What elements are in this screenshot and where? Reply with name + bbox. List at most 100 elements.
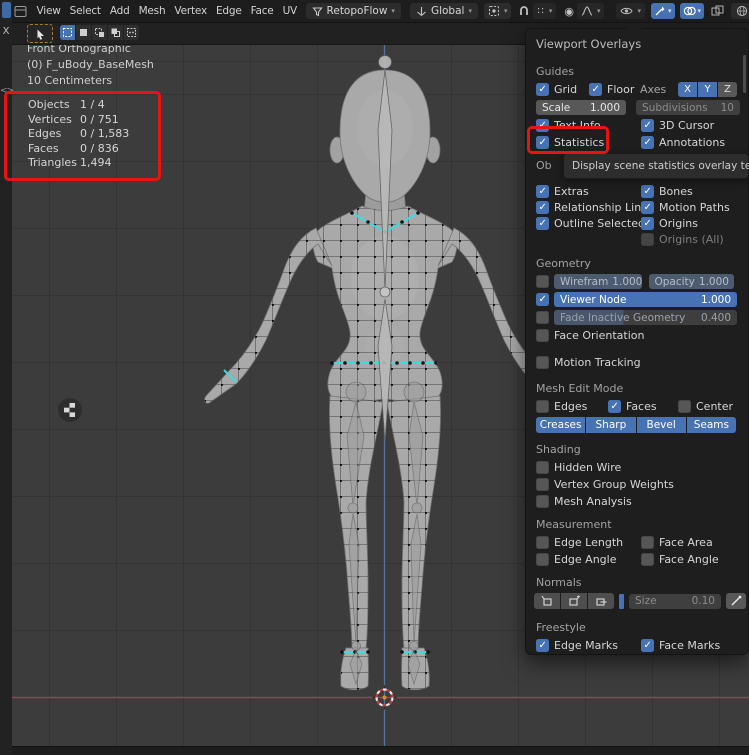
menu-edge[interactable]: Edge xyxy=(211,5,246,17)
text-info-toggle[interactable]: Text Info xyxy=(536,118,601,133)
wireframe-checkbox[interactable] xyxy=(536,275,549,288)
select-mode-subtract-button[interactable] xyxy=(92,25,107,40)
editor-type-icon[interactable] xyxy=(2,2,11,18)
origins-all-toggle[interactable]: Origins (All) xyxy=(641,232,724,247)
viewer-node-slider[interactable]: Viewer Node1.000 xyxy=(554,292,737,307)
grid-toggle[interactable]: Grid xyxy=(536,82,577,97)
editor-type-dropdown-icon[interactable] xyxy=(14,5,27,18)
face-marks-toggle[interactable]: Face Marks xyxy=(641,638,720,653)
center-checkbox[interactable] xyxy=(678,400,691,413)
edge-angle-toggle[interactable]: Edge Angle xyxy=(536,552,616,567)
edge-length-toggle[interactable]: Edge Length xyxy=(536,535,623,550)
edge-length-checkbox[interactable] xyxy=(536,536,549,549)
face-area-toggle[interactable]: Face Area xyxy=(641,535,713,550)
select-mode-extend-button[interactable] xyxy=(76,25,91,40)
outline-selected-toggle[interactable]: Outline Selected xyxy=(536,216,645,231)
creases-button[interactable]: Creases xyxy=(536,417,585,433)
wireframe-slider[interactable]: Wirefram1.000 xyxy=(554,274,642,289)
hidden-wire-checkbox[interactable] xyxy=(536,461,549,474)
wireframe-shading-button[interactable] xyxy=(734,4,749,18)
annotations-checkbox[interactable] xyxy=(641,136,654,149)
face-angle-toggle[interactable]: Face Angle xyxy=(641,552,719,567)
face-normals-icon[interactable] xyxy=(588,593,614,609)
axis-z-button[interactable]: Z xyxy=(718,82,737,97)
motion-tracking-toggle[interactable]: Motion Tracking xyxy=(536,355,641,370)
mesh-analysis-toggle[interactable]: Mesh Analysis xyxy=(536,494,632,509)
motion-paths-checkbox[interactable] xyxy=(641,201,654,214)
sharp-button[interactable]: Sharp xyxy=(586,417,635,433)
outline-selected-checkbox[interactable] xyxy=(536,217,549,230)
edge-angle-checkbox[interactable] xyxy=(536,553,549,566)
show-gizmos-button[interactable]: ▾ xyxy=(651,3,675,19)
pivot-point-dropdown[interactable]: ▾ xyxy=(484,3,512,19)
extras-toggle[interactable]: Extras xyxy=(536,184,589,199)
select-mode-invert-button[interactable] xyxy=(108,25,123,40)
panel-expand-handle[interactable]: <> xyxy=(0,86,12,96)
origins-checkbox[interactable] xyxy=(641,217,654,230)
seams-button[interactable]: Seams xyxy=(687,417,736,433)
fade-inactive-slider[interactable]: Fade Inactive Geometry0.400 xyxy=(554,310,737,325)
viewer-node-checkbox[interactable] xyxy=(536,293,549,306)
statistics-toggle[interactable]: Statistics xyxy=(536,135,604,150)
vertex-group-weights-toggle[interactable]: Vertex Group Weights xyxy=(536,477,674,492)
faces-toggle[interactable]: Faces xyxy=(608,399,657,414)
constant-screen-size-icon[interactable] xyxy=(726,593,746,609)
panel-scrollbar[interactable] xyxy=(743,55,746,93)
origins-all-checkbox[interactable] xyxy=(641,233,654,246)
edges-checkbox[interactable] xyxy=(536,400,549,413)
vertex-group-weights-checkbox[interactable] xyxy=(536,478,549,491)
3d-cursor-toggle[interactable]: 3D Cursor xyxy=(641,118,714,133)
grid-checkbox[interactable] xyxy=(536,83,549,96)
edge-marks-toggle[interactable]: Edge Marks xyxy=(536,638,618,653)
retopoflow-menu[interactable]: RetopoFlow ▾ xyxy=(306,3,401,19)
face-area-checkbox[interactable] xyxy=(641,536,654,549)
center-toggle[interactable]: Center xyxy=(678,399,733,414)
edges-toggle[interactable]: Edges xyxy=(536,399,587,414)
grid-subdivisions-slider[interactable]: Subdivisions10 xyxy=(636,100,740,115)
menu-select[interactable]: Select xyxy=(65,5,105,17)
face-orientation-toggle[interactable]: Face Orientation xyxy=(536,328,644,343)
proportional-falloff-dropdown[interactable]: ▾ xyxy=(577,3,605,19)
menu-mesh[interactable]: Mesh xyxy=(134,5,170,17)
floor-checkbox[interactable] xyxy=(589,83,602,96)
normals-size-slider[interactable]: Size0.10 xyxy=(629,594,721,609)
origins-toggle[interactable]: Origins xyxy=(641,216,698,231)
close-button[interactable]: X xyxy=(0,26,12,37)
3d-cursor-checkbox[interactable] xyxy=(641,119,654,132)
xray-toggle-icon[interactable] xyxy=(711,5,724,17)
view-object-types-dropdown[interactable]: ▾ xyxy=(616,3,645,19)
proportional-editing-icon[interactable]: ◉ xyxy=(564,5,574,18)
mesh-analysis-checkbox[interactable] xyxy=(536,495,549,508)
axis-y-button[interactable]: Y xyxy=(698,82,717,97)
grid-scale-slider[interactable]: Scale1.000 xyxy=(536,100,626,115)
relationship-lines-checkbox[interactable] xyxy=(536,201,549,214)
show-overlays-button[interactable]: ▾ xyxy=(680,3,705,19)
bones-toggle[interactable]: Bones xyxy=(641,184,693,199)
extras-checkbox[interactable] xyxy=(536,185,549,198)
menu-uv[interactable]: UV xyxy=(278,5,301,17)
fade-inactive-checkbox[interactable] xyxy=(536,311,549,324)
face-orientation-checkbox[interactable] xyxy=(536,329,549,342)
hidden-wire-toggle[interactable]: Hidden Wire xyxy=(536,460,621,475)
annotations-toggle[interactable]: Annotations xyxy=(641,135,725,150)
select-mode-set-button[interactable] xyxy=(60,25,75,40)
snap-magnet-icon[interactable] xyxy=(518,5,530,17)
menu-face[interactable]: Face xyxy=(246,5,278,17)
vertex-normals-icon[interactable] xyxy=(534,593,560,609)
menu-view[interactable]: View xyxy=(32,5,65,17)
faces-checkbox[interactable] xyxy=(608,400,621,413)
relationship-lines-toggle[interactable]: Relationship Lines xyxy=(536,200,654,215)
floor-toggle[interactable]: Floor xyxy=(589,82,634,97)
edge-marks-checkbox[interactable] xyxy=(536,639,549,652)
motion-tracking-checkbox[interactable] xyxy=(536,356,549,369)
split-normals-icon[interactable] xyxy=(561,593,587,609)
axis-x-button[interactable]: X xyxy=(678,82,697,97)
snap-target-dropdown[interactable]: ∷ ▾ xyxy=(533,3,556,19)
motion-paths-toggle[interactable]: Motion Paths xyxy=(641,200,730,215)
bevel-button[interactable]: Bevel xyxy=(637,417,686,433)
bones-checkbox[interactable] xyxy=(641,185,654,198)
wireframe-opacity-slider[interactable]: Opacity1.000 xyxy=(649,274,735,289)
statistics-checkbox[interactable] xyxy=(536,136,549,149)
menu-add[interactable]: Add xyxy=(105,5,134,17)
menu-vertex[interactable]: Vertex xyxy=(170,5,212,17)
